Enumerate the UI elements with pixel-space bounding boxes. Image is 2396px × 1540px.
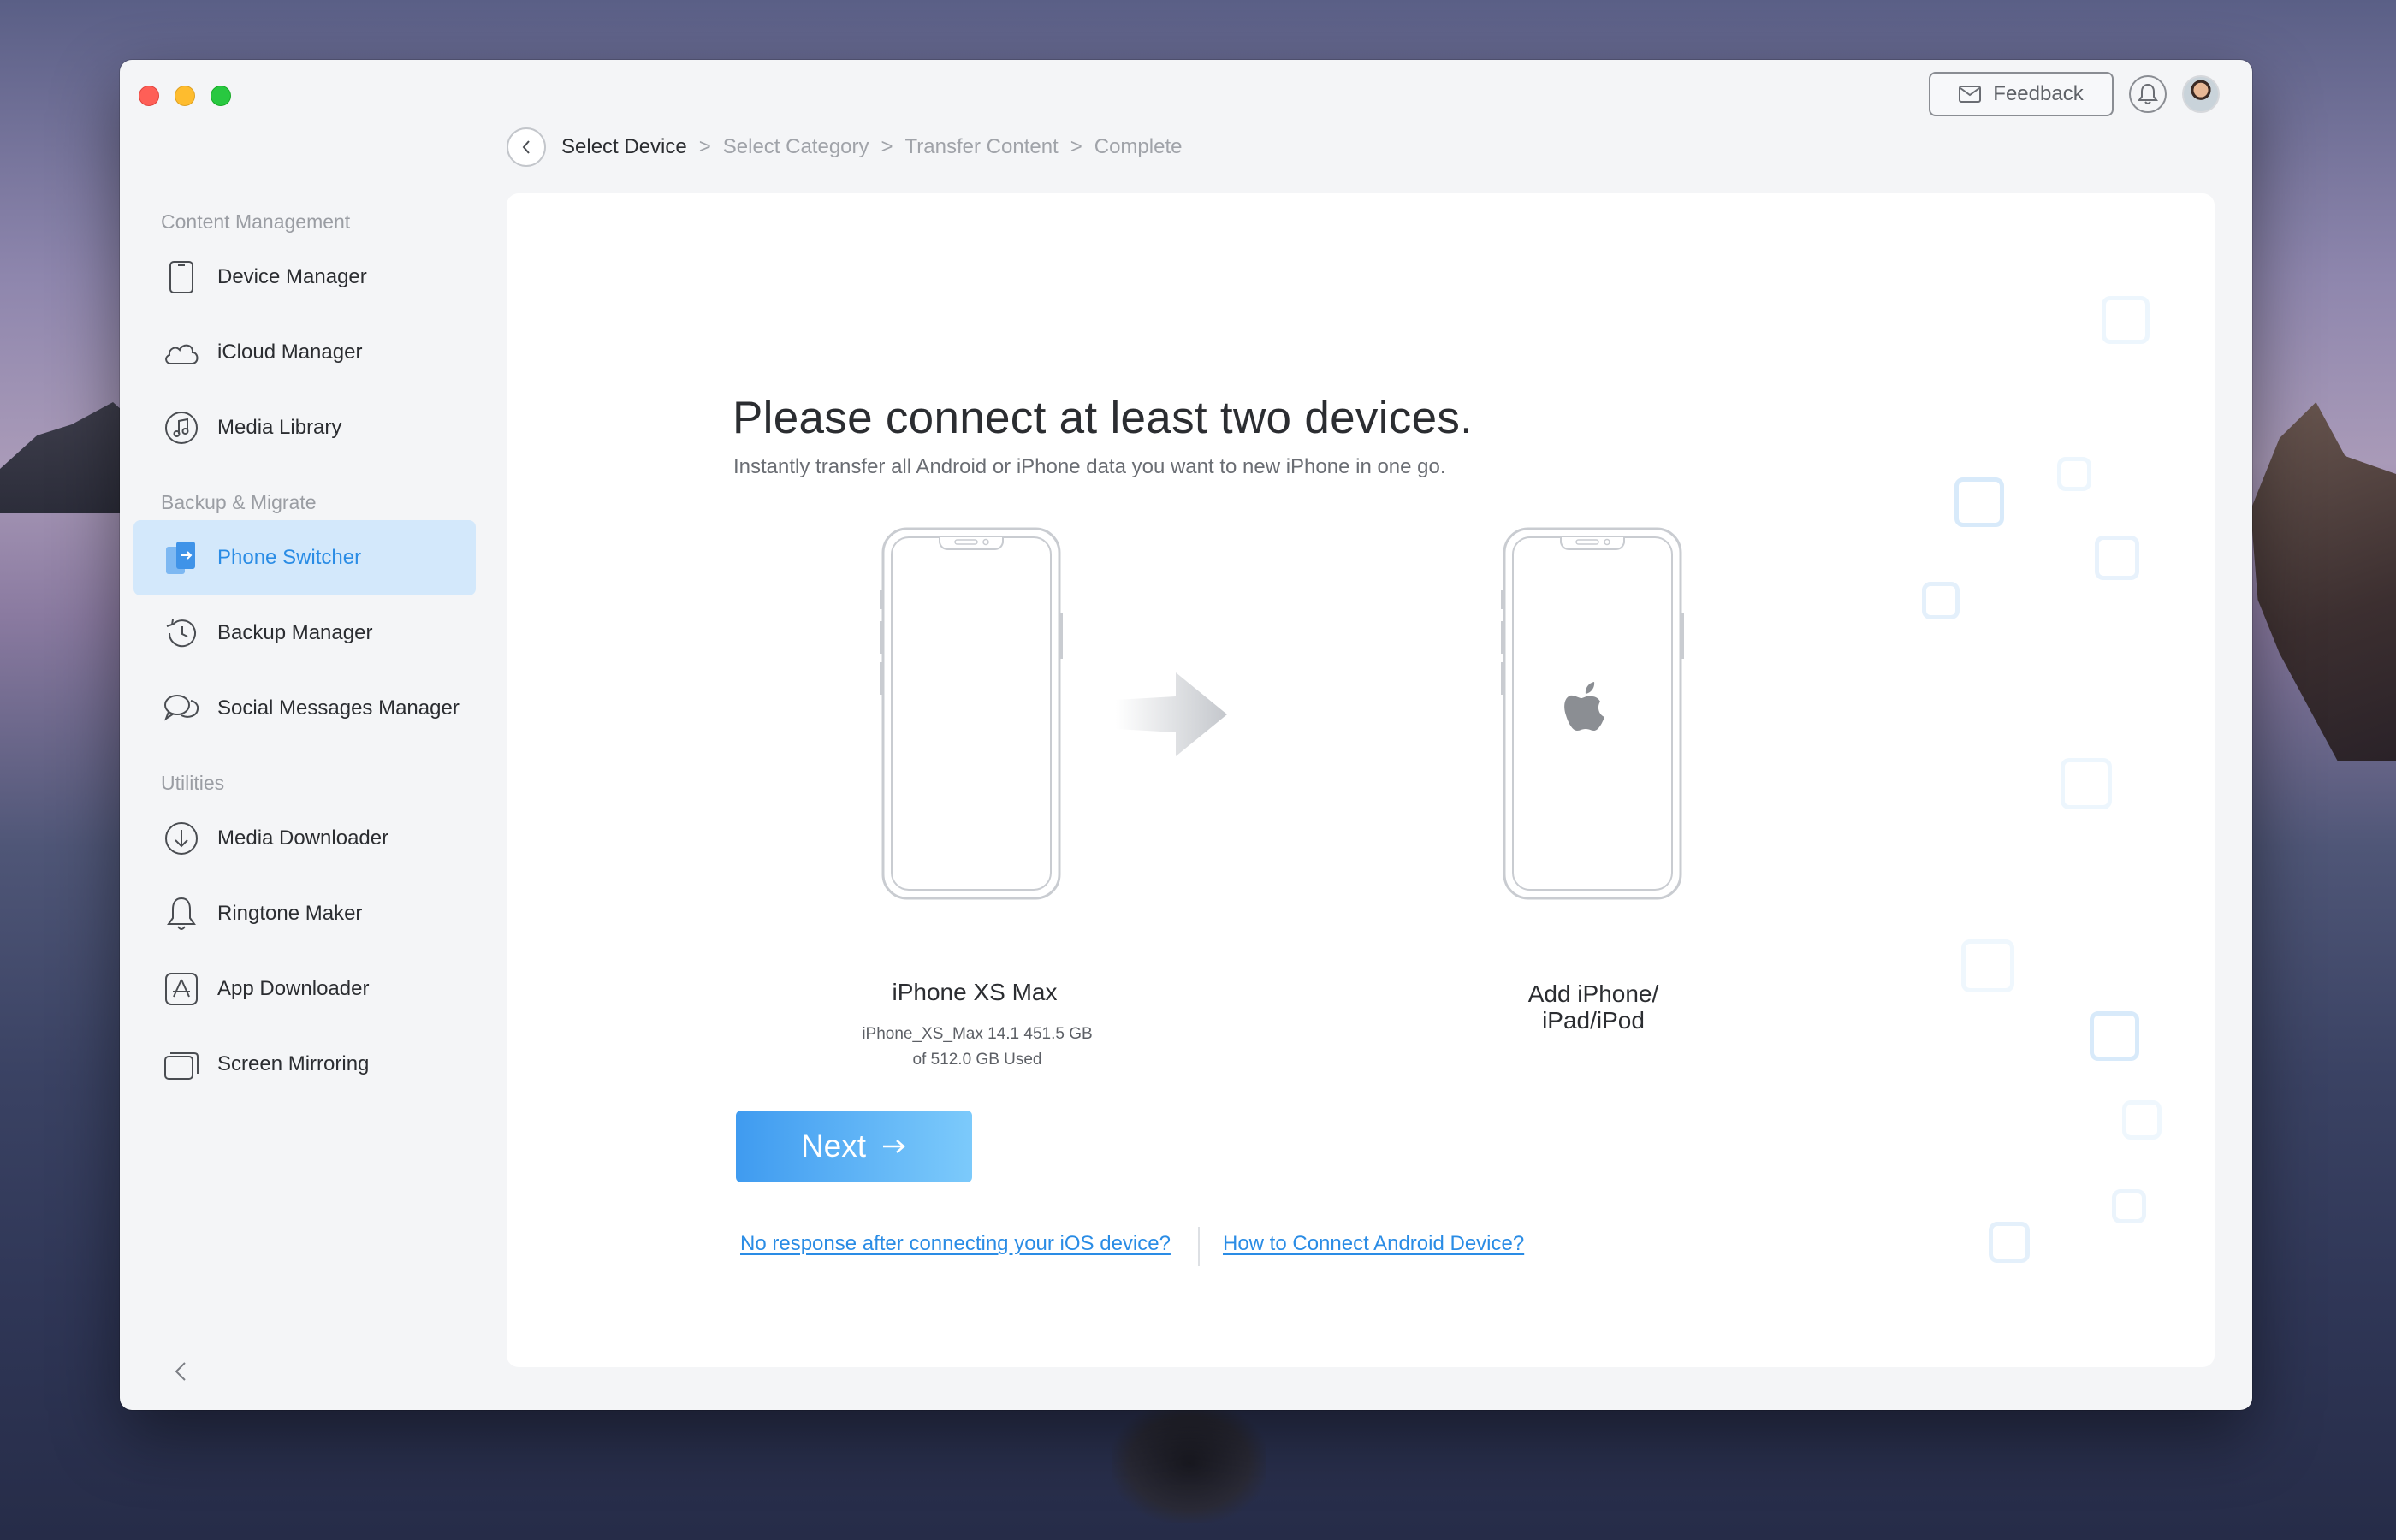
sidebar-item-social-messages-manager[interactable]: Social Messages Manager	[133, 671, 476, 746]
sidebar-item-label: Ringtone Maker	[217, 902, 363, 925]
sidebar-item-app-downloader[interactable]: App Downloader	[133, 951, 476, 1027]
decorative-square	[1954, 477, 2004, 527]
collapse-sidebar-button[interactable]	[168, 1359, 193, 1384]
user-avatar[interactable]	[2182, 75, 2220, 113]
sidebar-item-ringtone-maker[interactable]: Ringtone Maker	[133, 876, 476, 951]
notification-bell-icon	[2138, 83, 2158, 104]
minimize-window-button[interactable]	[175, 86, 195, 106]
transfer-arrow-icon	[1116, 672, 1227, 756]
cloud-icon	[163, 334, 200, 371]
sidebar-item-device-manager[interactable]: Device Manager	[133, 240, 476, 315]
sidebar-item-screen-mirroring[interactable]: Screen Mirroring	[133, 1027, 476, 1102]
target-device-name-line1: Add iPhone/	[1527, 980, 1659, 1007]
breadcrumb-step-complete: Complete	[1094, 135, 1183, 158]
source-device-illustration[interactable]	[880, 527, 1063, 900]
breadcrumb-step-select-device: Select Device	[561, 135, 687, 158]
breadcrumb-separator: >	[698, 135, 711, 158]
header-actions: Feedback	[1929, 72, 2220, 116]
chat-icon	[163, 690, 200, 727]
breadcrumb-separator: >	[881, 135, 893, 158]
decorative-square	[2061, 758, 2112, 809]
screens-icon	[163, 1045, 200, 1083]
breadcrumb: Select Device > Select Category > Transf…	[507, 127, 1194, 168]
sidebar-item-label: Device Manager	[217, 265, 367, 288]
android-connect-help-link[interactable]: How to Connect Android Device?	[1223, 1232, 1524, 1256]
close-window-button[interactable]	[139, 86, 159, 106]
sidebar-item-media-downloader[interactable]: Media Downloader	[133, 801, 476, 876]
page-title: Please connect at least two devices.	[732, 393, 1474, 443]
ios-no-response-link[interactable]: No response after connecting your iOS de…	[740, 1232, 1171, 1256]
phone-icon	[163, 258, 200, 296]
section-title-content-management: Content Management	[161, 210, 351, 233]
feedback-button[interactable]: Feedback	[1929, 72, 2114, 116]
main-panel: Please connect at least two devices. Ins…	[507, 193, 2215, 1367]
sidebar-item-icloud-manager[interactable]: iCloud Manager	[133, 315, 476, 390]
chevron-left-icon	[522, 140, 530, 154]
next-button[interactable]: Next	[736, 1111, 972, 1182]
source-device-info-line2: of 512.0 GB Used	[912, 1051, 1042, 1069]
source-device-info: iPhone_XS_Max 14.1 451.5 GB of 512.0 GB …	[832, 1022, 1123, 1073]
target-device-illustration[interactable]	[1501, 527, 1684, 900]
sidebar-item-phone-switcher[interactable]: Phone Switcher	[133, 520, 476, 595]
sidebar-item-label: Screen Mirroring	[217, 1052, 370, 1075]
sidebar-item-label: Phone Switcher	[217, 546, 362, 569]
source-device-info-line1: iPhone_XS_Max 14.1 451.5 GB	[862, 1025, 1093, 1043]
phone-switch-icon	[163, 539, 200, 577]
decorative-square	[2095, 536, 2139, 580]
next-button-label: Next	[800, 1128, 867, 1164]
feedback-label: Feedback	[1993, 82, 2084, 105]
sidebar: Content Management Device Manager iCloud…	[120, 145, 488, 1410]
zoom-window-button[interactable]	[211, 86, 231, 106]
target-device-name-line2: iPad/iPod	[1542, 1007, 1645, 1034]
decorative-square	[1922, 582, 1960, 619]
sidebar-item-label: Social Messages Manager	[217, 696, 460, 720]
breadcrumb-separator: >	[1070, 135, 1082, 158]
back-button[interactable]	[507, 127, 546, 167]
desktop-rock	[1112, 1403, 1266, 1523]
target-device-name: Add iPhone/ iPad/iPod	[1465, 980, 1722, 1034]
decorative-square	[1961, 939, 2014, 992]
desktop-mountain-right	[2251, 402, 2396, 761]
section-title-backup-migrate: Backup & Migrate	[161, 491, 317, 513]
chevron-left-icon	[175, 1362, 186, 1381]
source-device-name: iPhone XS Max	[892, 979, 1058, 1005]
music-icon	[163, 409, 200, 447]
arrow-right-icon	[883, 1140, 905, 1153]
notifications-button[interactable]	[2129, 75, 2167, 113]
mail-icon	[1959, 86, 1982, 103]
download-icon	[163, 820, 200, 857]
decorative-square	[2112, 1189, 2146, 1223]
section-title-utilities: Utilities	[161, 772, 225, 794]
app-store-icon	[163, 970, 200, 1008]
window-controls	[139, 86, 231, 106]
bell-icon	[163, 895, 200, 933]
decorative-square	[2057, 457, 2091, 491]
app-window: Feedback Content Management Device Manag…	[120, 60, 2252, 1410]
breadcrumb-step-select-category: Select Category	[722, 135, 869, 158]
sidebar-item-media-library[interactable]: Media Library	[133, 390, 476, 465]
decorative-square	[2102, 296, 2150, 344]
page-subtitle: Instantly transfer all Android or iPhone…	[733, 455, 1446, 478]
decorative-square	[2090, 1011, 2139, 1061]
sidebar-item-label: iCloud Manager	[217, 341, 363, 364]
history-icon	[163, 614, 200, 652]
links-divider	[1198, 1227, 1200, 1266]
sidebar-item-backup-manager[interactable]: Backup Manager	[133, 595, 476, 671]
sidebar-item-label: Media Downloader	[217, 826, 389, 850]
decorative-square	[1989, 1222, 2030, 1263]
sidebar-item-label: Media Library	[217, 416, 342, 439]
decorative-square	[2122, 1100, 2162, 1140]
sidebar-item-label: App Downloader	[217, 977, 370, 1000]
breadcrumb-step-transfer-content: Transfer Content	[904, 135, 1059, 158]
sidebar-item-label: Backup Manager	[217, 621, 373, 644]
